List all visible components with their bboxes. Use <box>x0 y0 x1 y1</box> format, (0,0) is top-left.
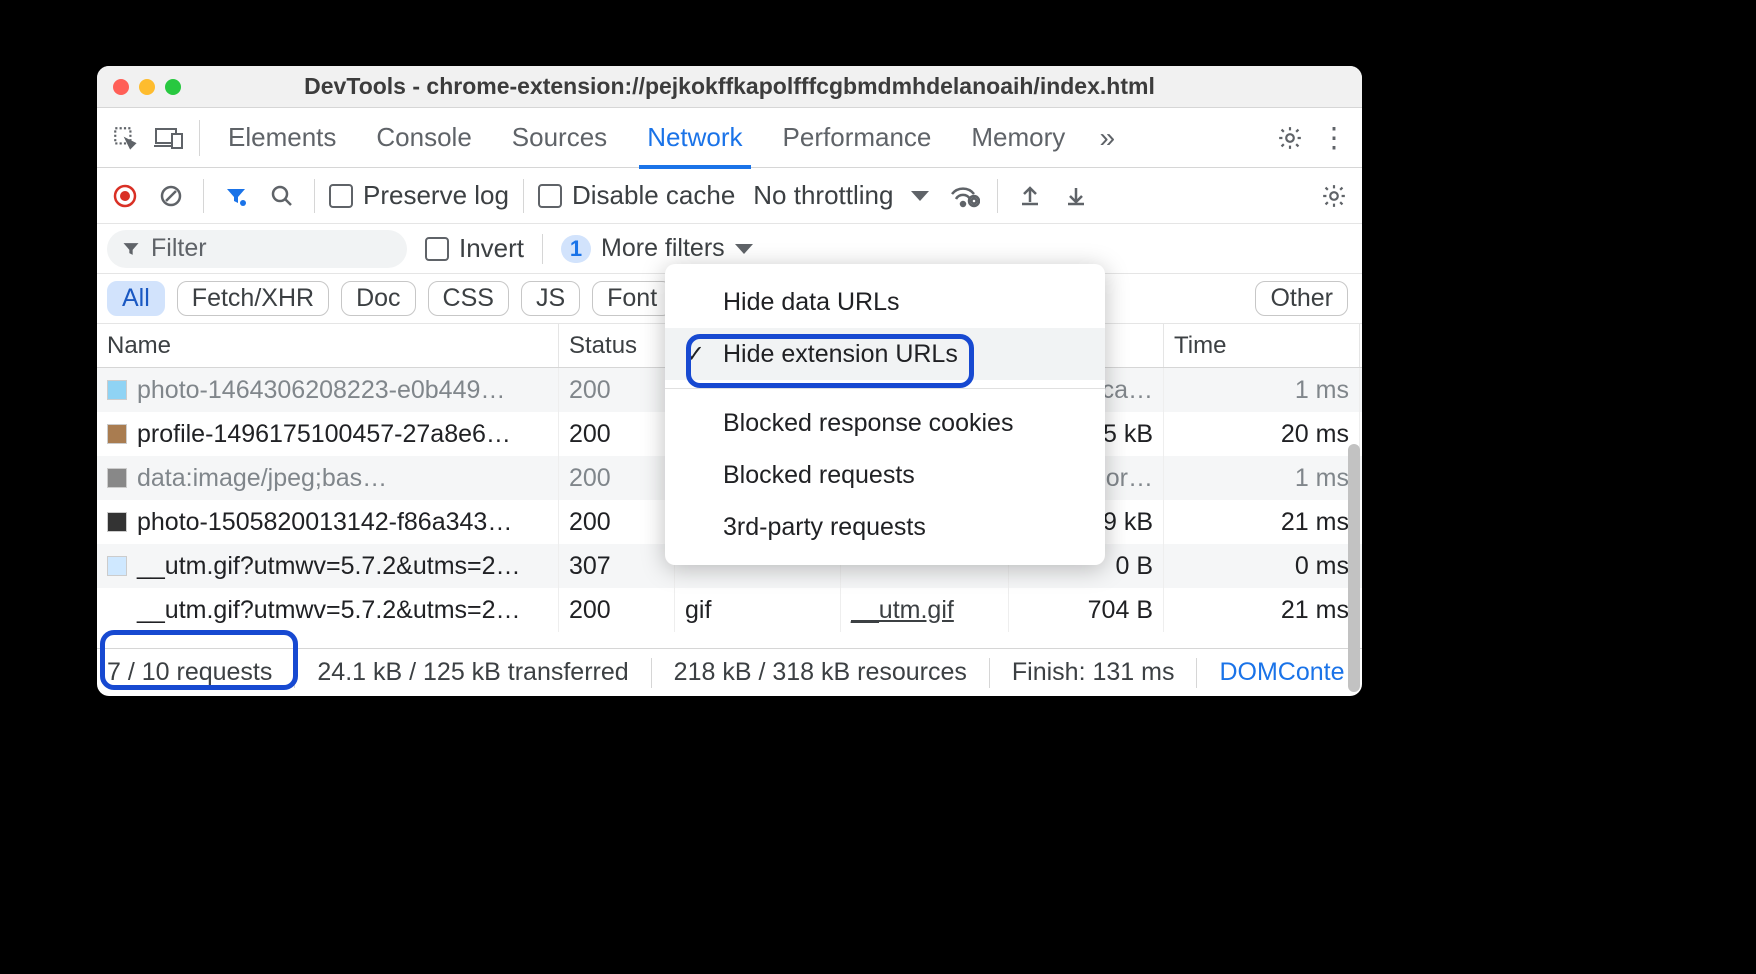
filter-menu-label: Blocked response cookies <box>723 409 1013 438</box>
chip-doc[interactable]: Doc <box>341 281 415 316</box>
request-time: 1 ms <box>1164 368 1360 412</box>
settings-gear-icon[interactable] <box>1270 118 1310 158</box>
col-time[interactable]: Time <box>1164 324 1360 367</box>
filter-menu-item[interactable]: Blocked requests <box>665 449 1105 501</box>
request-size: 704 B <box>1009 588 1164 632</box>
request-time: 21 ms <box>1164 588 1360 632</box>
col-status[interactable]: Status <box>559 324 675 367</box>
request-initiator: __utm.gif <box>841 588 1009 632</box>
close-window-button[interactable] <box>113 79 129 95</box>
chip-js[interactable]: JS <box>521 281 580 316</box>
request-time: 0 ms <box>1164 544 1360 588</box>
filter-menu-item[interactable]: 3rd-party requests <box>665 501 1105 553</box>
filter-input[interactable]: Filter <box>107 230 407 268</box>
devtools-tabbar: Elements Console Sources Network Perform… <box>97 108 1362 168</box>
tab-console[interactable]: Console <box>358 108 489 168</box>
checkbox-icon <box>538 184 562 208</box>
request-time: 1 ms <box>1164 456 1360 500</box>
checkbox-icon <box>425 237 449 261</box>
chip-font[interactable]: Font <box>592 281 672 316</box>
request-name: photo-1505820013142-f86a343… <box>137 508 512 537</box>
filter-menu-label: Hide extension URLs <box>723 340 958 369</box>
initiator-link[interactable]: __utm.gif <box>851 596 954 625</box>
filter-count-badge: 1 <box>561 235 591 263</box>
checkbox-icon <box>329 184 353 208</box>
filter-menu-item[interactable]: ✓ Hide extension URLs <box>665 328 1105 380</box>
network-toolbar: Preserve log Disable cache No throttling <box>97 168 1362 224</box>
status-requests: 7 / 10 requests <box>107 658 272 687</box>
disable-cache-checkbox[interactable]: Disable cache <box>538 180 735 211</box>
request-name: photo-1464306208223-e0b449… <box>137 376 505 405</box>
minimize-window-button[interactable] <box>139 79 155 95</box>
status-finish: Finish: 131 ms <box>1012 658 1175 687</box>
tab-memory[interactable]: Memory <box>953 108 1083 168</box>
more-filters-menu: Hide data URLs ✓ Hide extension URLs Blocke… <box>665 264 1105 565</box>
filter-menu-item[interactable]: Hide data URLs <box>665 276 1105 328</box>
filter-menu-label: 3rd-party requests <box>723 513 926 542</box>
menu-separator <box>665 388 1105 389</box>
col-name[interactable]: Name <box>97 324 559 367</box>
scrollbar-thumb[interactable] <box>1348 444 1360 692</box>
preserve-log-checkbox[interactable]: Preserve log <box>329 180 509 211</box>
resource-thumb-icon <box>107 424 127 444</box>
zoom-window-button[interactable] <box>165 79 181 95</box>
chip-fetch-xhr[interactable]: Fetch/XHR <box>177 281 329 316</box>
resource-thumb-icon <box>107 380 127 400</box>
request-time: 21 ms <box>1164 500 1360 544</box>
filter-toggle-icon[interactable] <box>218 178 254 214</box>
request-type: gif <box>675 588 841 632</box>
request-status: 307 <box>559 544 675 588</box>
check-icon: ✓ <box>685 340 705 369</box>
network-settings-gear-icon[interactable] <box>1316 178 1352 214</box>
clear-button[interactable] <box>153 178 189 214</box>
more-tabs-icon[interactable]: » <box>1087 118 1127 158</box>
resource-thumb-icon <box>107 600 127 620</box>
request-name: __utm.gif?utmwv=5.7.2&utms=2… <box>137 552 521 581</box>
table-row[interactable]: __utm.gif?utmwv=5.7.2&utms=2… 200 gif __… <box>97 588 1362 632</box>
filter-menu-item[interactable]: Blocked response cookies <box>665 397 1105 449</box>
status-resources: 218 kB / 318 kB resources <box>674 658 967 687</box>
tab-elements[interactable]: Elements <box>210 108 354 168</box>
inspect-element-icon[interactable] <box>105 118 145 158</box>
tab-performance[interactable]: Performance <box>765 108 950 168</box>
funnel-icon <box>121 239 141 259</box>
record-button[interactable] <box>107 178 143 214</box>
window-title: DevTools - chrome-extension://pejkokffka… <box>97 73 1362 100</box>
titlebar: DevTools - chrome-extension://pejkokffka… <box>97 66 1362 108</box>
chip-all[interactable]: All <box>107 281 165 316</box>
resource-thumb-icon <box>107 512 127 532</box>
chevron-down-icon <box>911 191 929 201</box>
request-status: 200 <box>559 588 675 632</box>
chip-other[interactable]: Other <box>1255 281 1348 316</box>
request-status: 200 <box>559 500 675 544</box>
upload-har-icon[interactable] <box>1012 178 1048 214</box>
tab-sources[interactable]: Sources <box>494 108 625 168</box>
network-statusbar: 7 / 10 requests 24.1 kB / 125 kB transfe… <box>97 648 1362 696</box>
filter-menu-label: Hide data URLs <box>723 288 899 317</box>
throttling-select[interactable]: No throttling <box>753 180 929 211</box>
request-status: 200 <box>559 456 675 500</box>
tab-network[interactable]: Network <box>629 108 760 168</box>
request-status: 200 <box>559 412 675 456</box>
more-filters-dropdown[interactable]: 1 More filters <box>561 234 753 263</box>
chevron-down-icon <box>735 244 753 254</box>
device-toolbar-icon[interactable] <box>149 118 189 158</box>
status-transferred: 24.1 kB / 125 kB transferred <box>317 658 628 687</box>
network-conditions-icon[interactable] <box>947 178 983 214</box>
resource-thumb-icon <box>107 468 127 488</box>
invert-checkbox[interactable]: Invert <box>425 233 524 264</box>
request-time: 20 ms <box>1164 412 1360 456</box>
request-name: profile-1496175100457-27a8e6… <box>137 420 511 449</box>
request-name: data:image/jpeg;bas… <box>137 464 387 493</box>
resource-thumb-icon <box>107 556 127 576</box>
request-name: __utm.gif?utmwv=5.7.2&utms=2… <box>137 596 521 625</box>
request-status: 200 <box>559 368 675 412</box>
chip-css[interactable]: CSS <box>428 281 509 316</box>
status-domcontentloaded: DOMConte <box>1219 658 1344 687</box>
filter-menu-label: Blocked requests <box>723 461 915 490</box>
kebab-menu-icon[interactable]: ⋮ <box>1314 118 1354 158</box>
traffic-lights <box>113 79 181 95</box>
download-har-icon[interactable] <box>1058 178 1094 214</box>
search-icon[interactable] <box>264 178 300 214</box>
